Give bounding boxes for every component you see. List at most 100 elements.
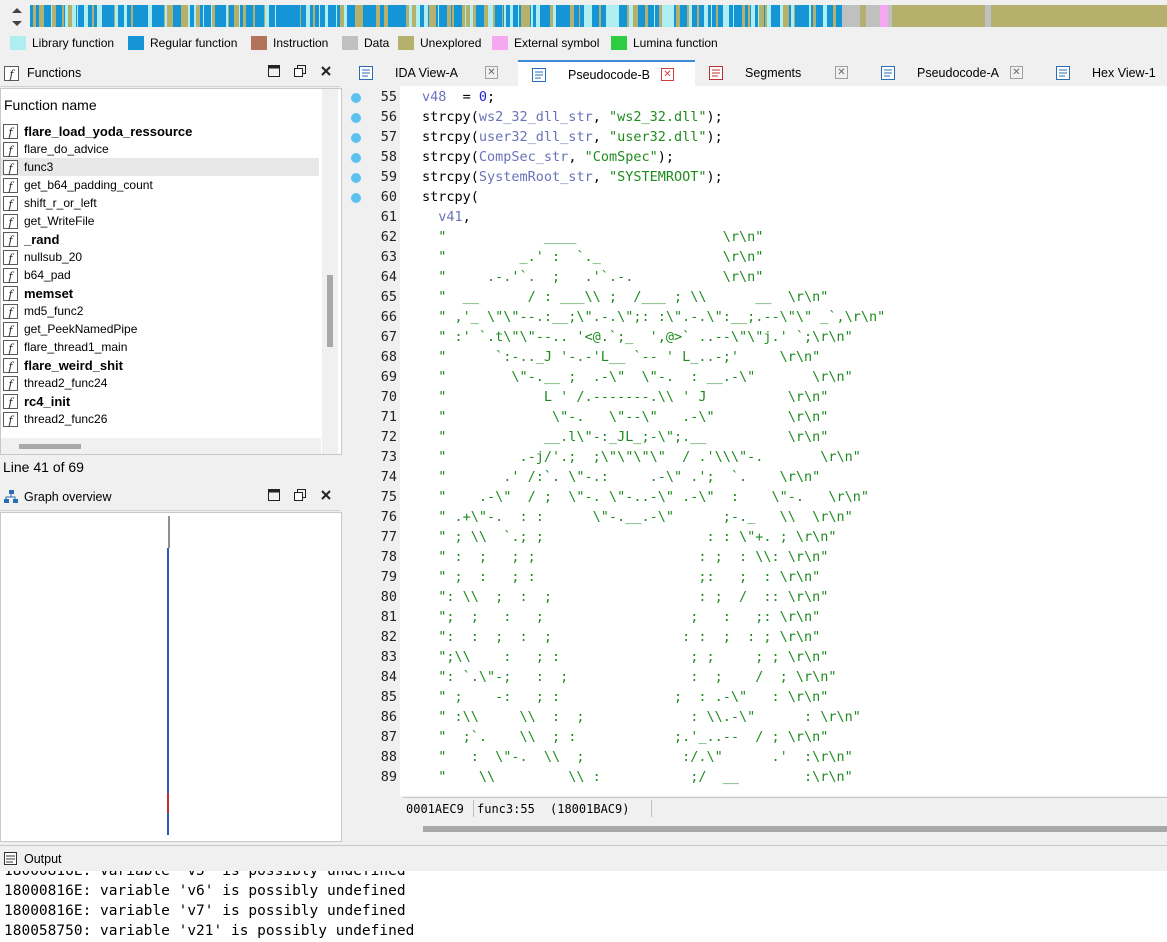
output-log[interactable]: 18000816E: variable 'v5' is possibly und…: [0, 871, 1167, 942]
code-line[interactable]: " .' /:`. \"-.: .-\" .'; `. \r\n": [422, 469, 820, 485]
code-line[interactable]: " : ; ; ; : ; : \\: \r\n": [422, 549, 828, 565]
graph-icon: [4, 490, 18, 504]
code-line[interactable]: " ; -: ; : ; : .-\" : \r\n": [422, 689, 828, 705]
function-list-item[interactable]: f _rand: [1, 230, 319, 248]
code-line[interactable]: " .-\" / ; \"-. \"-..-\" .-\" : \"-. \r\…: [422, 489, 869, 505]
code-line[interactable]: strcpy(: [422, 189, 479, 205]
code-line[interactable]: ": : ; : ; : : ; : ; \r\n": [422, 629, 820, 645]
tab-hex-view-1[interactable]: Hex View-1: [1042, 60, 1167, 86]
code-line[interactable]: " ,'_ \"\"--.:__;\".-.\";: :\".-.\":__;.…: [422, 309, 885, 325]
function-list-item[interactable]: f memset: [1, 284, 319, 302]
restore-icon[interactable]: [294, 65, 306, 77]
legend-label: Unexplored: [420, 36, 482, 50]
code-line[interactable]: ": `.\"-; : ; : ; / ; \r\n": [422, 669, 836, 685]
vertical-scrollbar[interactable]: [322, 89, 338, 454]
code-line[interactable]: "; ; : ; ; : ;: \r\n": [422, 609, 820, 625]
code-line[interactable]: v48 = 0;: [422, 89, 495, 105]
close-icon[interactable]: [320, 65, 332, 77]
code-line[interactable]: " _.' : `._ \r\n": [422, 249, 763, 265]
breakpoint-dot[interactable]: [351, 93, 361, 103]
close-icon[interactable]: [320, 489, 332, 501]
maximize-icon[interactable]: [268, 65, 280, 77]
code-line[interactable]: " __ / : ___\\ ; /___ ; \\ __ \r\n": [422, 289, 828, 305]
horizontal-scrollbar[interactable]: [1, 438, 321, 454]
function-list-item[interactable]: f get_b64_padding_count: [1, 176, 319, 194]
line-number: 56: [380, 109, 397, 125]
breakpoint-dot[interactable]: [351, 113, 361, 123]
function-list-item[interactable]: f func3: [1, 158, 319, 176]
code-line[interactable]: " :\\ \\ : ; : \\.-\" : \r\n": [422, 709, 861, 725]
code-line[interactable]: " .+\"-. : : \"-.__.-\" ;-._ \\ \r\n": [422, 509, 853, 525]
code-line[interactable]: " .-.'`. ; .'`.-. \r\n": [422, 269, 763, 285]
code-token: );: [657, 149, 674, 165]
function-list-item[interactable]: f nullsub_20: [1, 248, 319, 266]
tab-close-icon[interactable]: ✕: [485, 66, 498, 79]
code-line[interactable]: strcpy(SystemRoot_str, "SYSTEMROOT");: [422, 169, 723, 185]
graph-overview-canvas[interactable]: [0, 512, 342, 842]
scrollbar-thumb[interactable]: [19, 444, 81, 449]
code-line[interactable]: " \"-. \"--\" .-\" \r\n": [422, 409, 828, 425]
breakpoint-dot[interactable]: [351, 153, 361, 163]
restore-icon[interactable]: [294, 489, 306, 501]
code-line[interactable]: " :' `.t\"\"--.. '<@.`;_ ',@>` ..--\"\"j…: [422, 329, 853, 345]
function-list-item[interactable]: f get_WriteFile: [1, 212, 319, 230]
tab-ida-view-a[interactable]: IDA View-A ✕: [345, 60, 519, 86]
scrollbar-thumb[interactable]: [327, 275, 333, 347]
status-address-paren: (18001BAC9): [550, 802, 630, 816]
code-line[interactable]: " ; : ; : ;: ; : \r\n": [422, 569, 820, 585]
code-token: ,: [568, 149, 585, 165]
code-line[interactable]: v41,: [422, 209, 471, 225]
code-line[interactable]: " \"-.__ ; .-\" \"-. : __.-\" \r\n": [422, 369, 853, 385]
code-line[interactable]: strcpy(ws2_32_dll_str, "ws2_32.dll");: [422, 109, 723, 125]
code-line[interactable]: ": \\ ; : ; : ; / :: \r\n": [422, 589, 828, 605]
pseudocode-view[interactable]: 55 56 57 58 59 60 61 62 63 64 65 66 67 68 69 70 71 72 73 74…: [345, 86, 1167, 796]
tab-segments[interactable]: Segments ✕: [695, 60, 868, 86]
breakpoint-dot[interactable]: [351, 193, 361, 203]
breakpoint-dot[interactable]: [351, 173, 361, 183]
maximize-icon[interactable]: [268, 489, 280, 501]
tab-pseudocode-a[interactable]: Pseudocode-A ✕: [867, 60, 1043, 86]
code-horizontal-scrollbar[interactable]: [403, 820, 1167, 838]
code-line[interactable]: " `:-.._J '-.-'L__ `-- ' L_..-;' \r\n": [422, 349, 820, 365]
code-line[interactable]: " : \"-. \\ ; :/.\" .' :\r\n": [422, 749, 853, 765]
tab-pseudocode-b[interactable]: Pseudocode-B ✕: [518, 60, 696, 88]
functions-list[interactable]: Function name f flare_load_yoda_ressource…: [0, 88, 342, 455]
code-line[interactable]: " \\ \\ : ;/ __ :\r\n": [422, 769, 853, 785]
string-literal: "; ; : ; ; : ;: \r\n": [422, 609, 821, 625]
function-list-item[interactable]: f shift_r_or_left: [1, 194, 319, 212]
tab-close-icon[interactable]: ✕: [835, 66, 848, 79]
code-line[interactable]: " L ' /.-------.\\ ' J \r\n": [422, 389, 828, 405]
legend-item: External symbol: [492, 36, 599, 50]
function-list-item[interactable]: f flare_weird_shit: [1, 356, 319, 374]
code-line[interactable]: " __.l\"-:_JL_;-\";.__ \r\n": [422, 429, 828, 445]
code-line[interactable]: " ; \\ `.; ; : : \"+. ; \r\n": [422, 529, 836, 545]
string-literal: " ;`. \\ ; : ;.'_..-- / ; \r\n": [422, 729, 829, 745]
function-list-item[interactable]: f flare_do_advice: [1, 140, 319, 158]
function-list-item[interactable]: f b64_pad: [1, 266, 319, 284]
function-list-item[interactable]: f thread2_func24: [1, 374, 319, 392]
function-icon: f: [3, 159, 18, 175]
breakpoint-dot[interactable]: [351, 133, 361, 143]
code-line[interactable]: " .-j/'.; ;\"\"\"\" / .'\\\"-. \r\n": [422, 449, 861, 465]
tab-close-icon[interactable]: ✕: [1010, 66, 1023, 79]
code-line[interactable]: strcpy(CompSec_str, "ComSpec");: [422, 149, 674, 165]
nav-arrows-icon[interactable]: [8, 6, 26, 28]
function-icon: f: [3, 195, 18, 211]
column-header-function-name[interactable]: Function name: [4, 97, 97, 113]
string-literal: " __ / : ___\\ ; /___ ; \\ __ \r\n": [422, 289, 829, 305]
function-list-item[interactable]: f md5_func2: [1, 302, 319, 320]
code-line[interactable]: " ;`. \\ ; : ;.'_..-- / ; \r\n": [422, 729, 828, 745]
navigation-strip[interactable]: [30, 5, 1167, 27]
scrollbar-thumb[interactable]: [423, 826, 1167, 832]
code-line[interactable]: ";\\ : ; : ; ; ; ; \r\n": [422, 649, 828, 665]
function-list-item[interactable]: f thread2_func26: [1, 410, 319, 428]
function-list-item[interactable]: f get_PeekNamedPipe: [1, 320, 319, 338]
code-line[interactable]: strcpy(user32_dll_str, "user32.dll");: [422, 129, 723, 145]
line-number: 83: [380, 649, 397, 665]
function-icon: f: [3, 213, 18, 229]
function-list-item[interactable]: f flare_thread1_main: [1, 338, 319, 356]
code-line[interactable]: " ____ \r\n": [422, 229, 763, 245]
function-list-item[interactable]: f flare_load_yoda_ressource: [1, 122, 319, 140]
tab-close-icon[interactable]: ✕: [661, 68, 674, 81]
function-list-item[interactable]: f rc4_init: [1, 392, 319, 410]
